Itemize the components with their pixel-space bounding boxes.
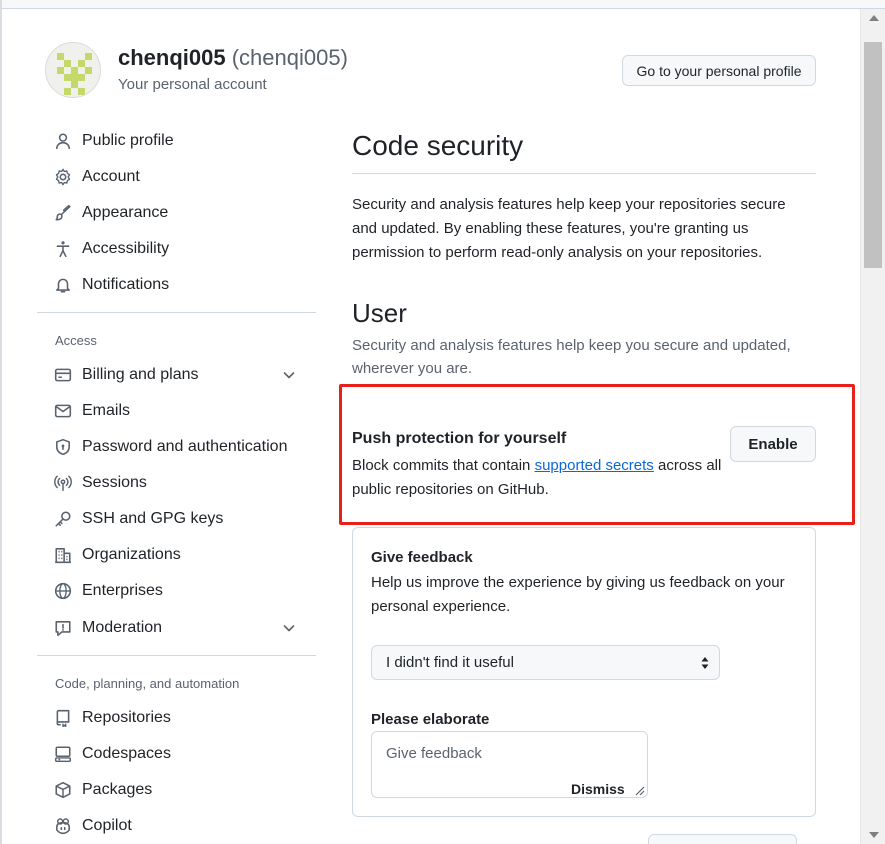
- sidebar-item-password[interactable]: Password and authentication: [52, 433, 287, 461]
- scroll-thumb[interactable]: [864, 42, 882, 268]
- sidebar-item-label: Account: [82, 168, 140, 185]
- sidebar-item-label: Appearance: [82, 204, 169, 221]
- sidebar-item-moderation[interactable]: Moderation: [52, 614, 162, 642]
- sidebar-divider: [37, 655, 316, 656]
- sidebar-item-label: Codespaces: [82, 745, 171, 762]
- page-title: Code security: [352, 130, 524, 161]
- codespaces-icon: [52, 743, 74, 765]
- resize-handle-icon[interactable]: [633, 784, 645, 796]
- sidebar-divider: [37, 312, 316, 313]
- intro-text: Security and analysis features help keep…: [352, 196, 786, 261]
- sidebar-item-label: Accessibility: [82, 240, 170, 257]
- account-name: chenqi005 (chenqi005): [118, 45, 348, 71]
- sidebar-item-enterprises[interactable]: Enterprises: [52, 577, 163, 605]
- display-name: chenqi005: [118, 45, 226, 70]
- feedback-description: Help us improve the experience by giving…: [371, 574, 785, 615]
- sidebar-item-label: Moderation: [82, 619, 163, 636]
- select-value: I didn't find it useful: [386, 654, 514, 671]
- scroll-down-arrow-icon[interactable]: [869, 832, 879, 838]
- sidebar-item-public-profile[interactable]: Public profile: [52, 127, 174, 155]
- enable-button[interactable]: Enable: [730, 426, 816, 462]
- bell-icon: [52, 274, 74, 296]
- supported-secrets-link[interactable]: supported secrets: [535, 457, 654, 474]
- sidebar-item-codespaces[interactable]: Codespaces: [52, 740, 171, 768]
- sidebar-item-label: Copilot: [82, 817, 132, 834]
- sidebar-item-packages[interactable]: Packages: [52, 776, 152, 804]
- globe-icon: [52, 580, 74, 602]
- sidebar-item-appearance[interactable]: Appearance: [52, 199, 168, 227]
- push-protection-title: Push protection for yourself: [352, 430, 567, 447]
- sidebar-item-label: Billing and plans: [82, 366, 199, 383]
- paintbrush-icon: [52, 202, 74, 224]
- copilot-icon: [52, 815, 74, 837]
- scrollbar[interactable]: [860, 9, 885, 844]
- user-heading: User: [352, 298, 407, 328]
- organization-icon: [52, 544, 74, 566]
- chevron-down-icon[interactable]: [281, 367, 297, 383]
- select-arrows-icon: [701, 657, 709, 669]
- credit-card-icon: [52, 364, 74, 386]
- sidebar-item-label: Emails: [82, 402, 131, 419]
- window-edge: [0, 0, 2, 844]
- sidebar-item-billing[interactable]: Billing and plans: [52, 361, 199, 389]
- identicon-image: [46, 43, 100, 97]
- gear-icon: [52, 166, 74, 188]
- section-heading-access: Access: [55, 333, 97, 348]
- sidebar-item-emails[interactable]: Emails: [52, 397, 130, 425]
- mail-icon: [52, 400, 74, 422]
- account-subtitle: Your personal account: [118, 76, 267, 93]
- textarea-placeholder: Give feedback: [386, 745, 482, 762]
- dismiss-button[interactable]: Dismiss: [571, 781, 625, 797]
- section-heading-code: Code, planning, and automation: [55, 676, 240, 691]
- person-icon: [52, 130, 74, 152]
- feedback-title: Give feedback: [371, 549, 473, 566]
- elaborate-label: Please elaborate: [371, 711, 490, 728]
- sidebar-item-account[interactable]: Account: [52, 163, 140, 191]
- sidebar-item-label: Public profile: [82, 132, 174, 149]
- broadcast-icon: [52, 472, 74, 494]
- repo-icon: [52, 707, 74, 729]
- sidebar-item-copilot[interactable]: Copilot: [52, 812, 132, 840]
- key-icon: [52, 508, 74, 530]
- sidebar-item-label: Notifications: [82, 276, 170, 293]
- sidebar-item-accessibility[interactable]: Accessibility: [52, 235, 169, 263]
- sidebar-item-label: Repositories: [82, 709, 171, 726]
- title-divider: [352, 173, 816, 174]
- submit-button[interactable]: [648, 834, 797, 844]
- sidebar-item-label: SSH and GPG keys: [82, 510, 224, 527]
- sidebar-item-sessions[interactable]: Sessions: [52, 469, 147, 497]
- push-protection-desc-start: Block commits that contain: [352, 457, 535, 474]
- shield-lock-icon: [52, 436, 74, 458]
- sidebar-item-label: Password and authentication: [82, 438, 288, 455]
- feedback-reason-select[interactable]: I didn't find it useful: [371, 645, 720, 680]
- package-icon: [52, 779, 74, 801]
- sidebar-item-notifications[interactable]: Notifications: [52, 271, 169, 299]
- browser-top-strip: [0, 0, 885, 9]
- push-protection-description: Block commits that contain supported sec…: [352, 454, 727, 502]
- sidebar-item-label: Enterprises: [82, 582, 163, 599]
- login-name: (chenqi005): [231, 45, 348, 70]
- sidebar-item-label: Organizations: [82, 546, 181, 563]
- report-icon: [52, 617, 74, 639]
- accessibility-icon: [52, 238, 74, 260]
- sidebar-item-label: Packages: [82, 781, 153, 798]
- scroll-up-arrow-icon[interactable]: [869, 15, 879, 21]
- avatar[interactable]: [45, 42, 101, 98]
- chevron-down-icon[interactable]: [281, 620, 297, 636]
- user-description: Security and analysis features help keep…: [352, 337, 791, 377]
- sidebar-item-repositories[interactable]: Repositories: [52, 704, 171, 732]
- go-to-profile-button[interactable]: Go to your personal profile: [622, 55, 816, 86]
- sidebar-item-ssh-gpg[interactable]: SSH and GPG keys: [52, 505, 223, 533]
- sidebar-item-label: Sessions: [82, 474, 147, 491]
- sidebar-item-organizations[interactable]: Organizations: [52, 541, 181, 569]
